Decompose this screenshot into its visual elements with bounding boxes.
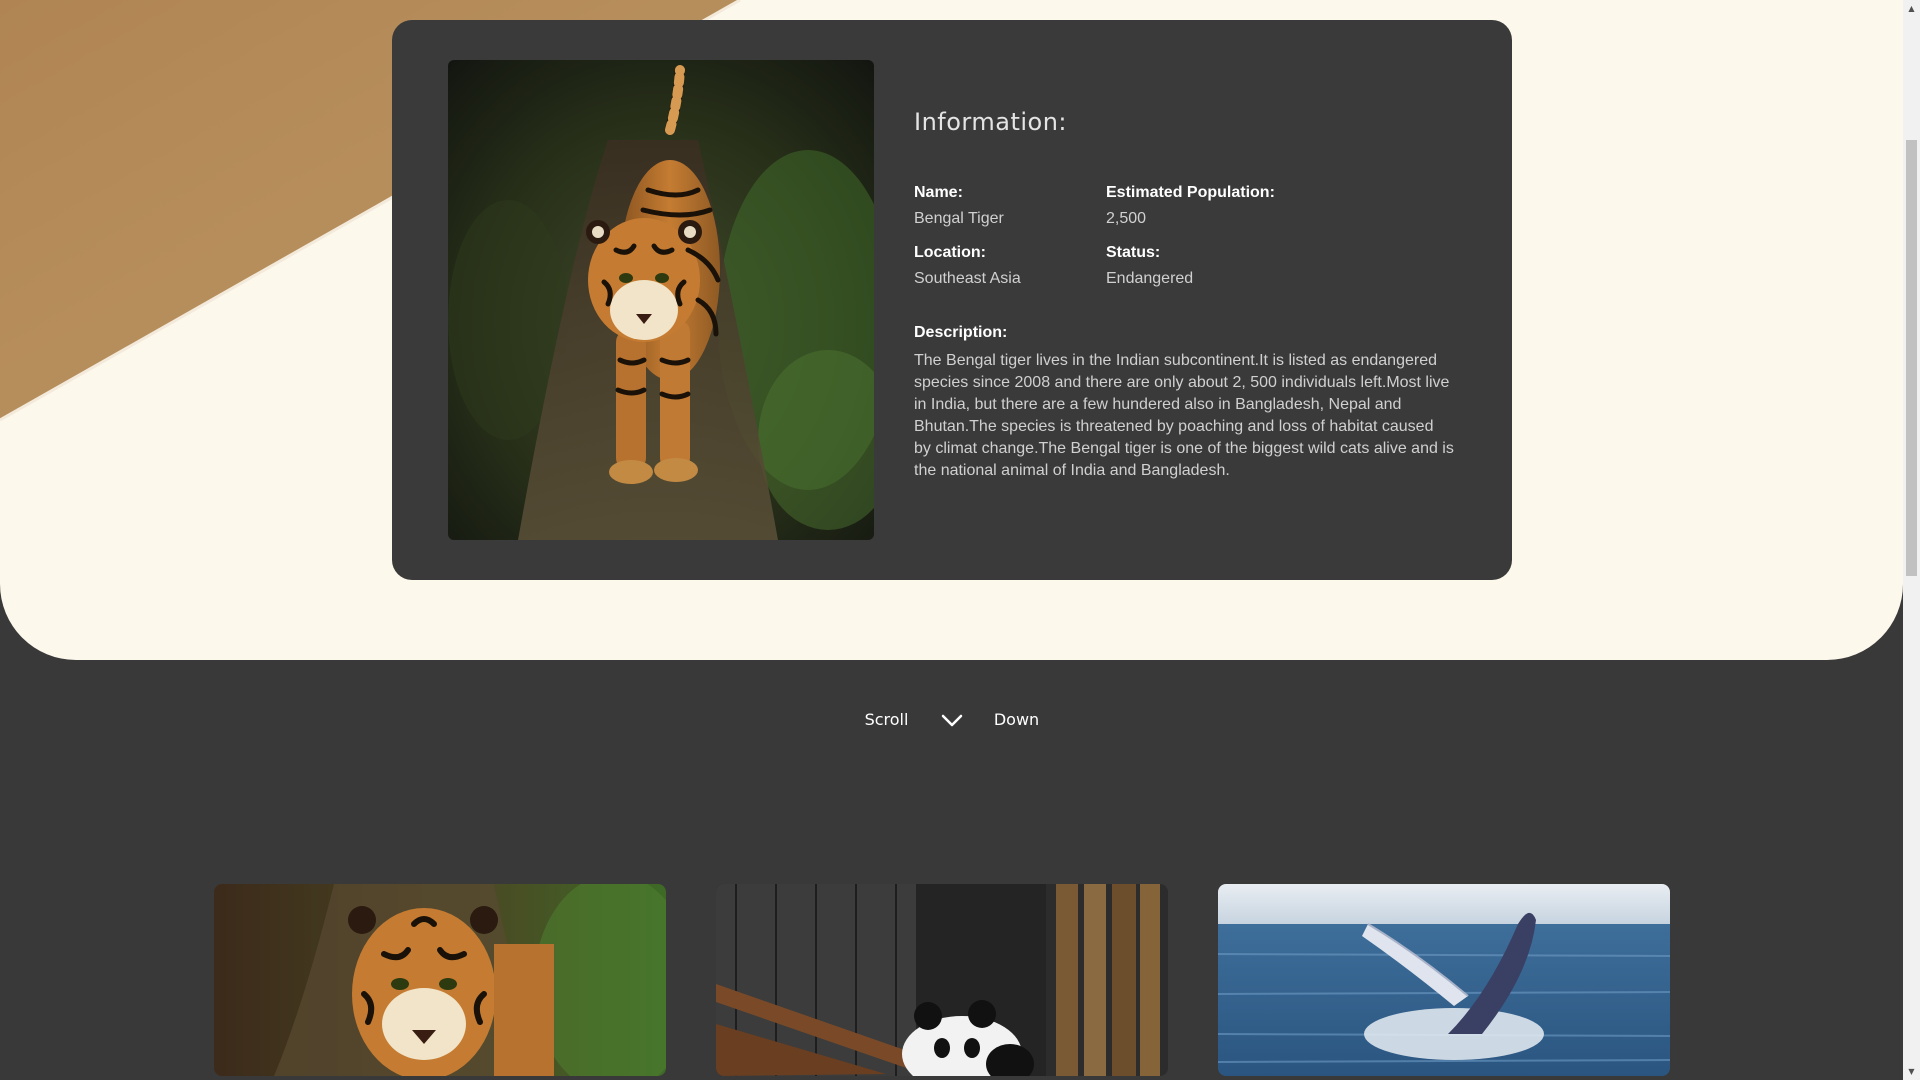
field-estimated-population: Estimated Population: 2,500	[1106, 184, 1366, 228]
field-label: Estimated Population:	[1106, 184, 1275, 201]
scrollbar-thumb[interactable]	[1906, 140, 1917, 576]
description-label: Description:	[914, 324, 1008, 341]
description-text: The Bengal tiger lives in the Indian sub…	[914, 352, 1454, 479]
info-heading: Information:	[914, 108, 1068, 136]
scroll-word: Scroll	[864, 710, 909, 729]
scroll-down-arrow-icon[interactable]: ▼	[1903, 1063, 1920, 1080]
gallery-card-whale[interactable]	[1218, 884, 1670, 1076]
info-block: Information: Name: Bengal Tiger Estimate…	[914, 108, 1474, 482]
info-fields: Name: Bengal Tiger Estimated Population:…	[914, 184, 1474, 288]
down-word: Down	[993, 710, 1040, 729]
whale-thumbnail	[1218, 884, 1670, 1076]
gallery-card-tiger[interactable]	[214, 884, 666, 1076]
panda-thumbnail	[716, 884, 1168, 1076]
field-status: Status: Endangered	[1106, 244, 1366, 288]
field-label: Name:	[914, 184, 963, 201]
field-name: Name: Bengal Tiger	[914, 184, 1106, 228]
page-scrollbar[interactable]: ▲ ▼	[1903, 0, 1920, 1080]
hero-section: Information: Name: Bengal Tiger Estimate…	[0, 0, 1903, 660]
field-label: Location:	[914, 244, 986, 261]
field-value: Southeast Asia	[914, 270, 1021, 287]
page-viewport: Information: Name: Bengal Tiger Estimate…	[0, 0, 1920, 1080]
field-value: 2,500	[1106, 210, 1147, 227]
tiger-thumbnail	[214, 884, 666, 1076]
field-value: Bengal Tiger	[914, 210, 1004, 227]
field-location: Location: Southeast Asia	[914, 244, 1106, 288]
gallery-card-panda[interactable]	[716, 884, 1168, 1076]
tiger-image	[448, 60, 874, 540]
chevron-down-icon[interactable]	[940, 712, 964, 728]
scroll-up-arrow-icon[interactable]: ▲	[1903, 0, 1920, 17]
field-label: Status:	[1106, 244, 1161, 261]
field-value: Endangered	[1106, 270, 1194, 287]
animal-gallery	[214, 884, 1670, 1076]
bengal-tiger-photo	[448, 60, 874, 540]
scroll-down-hint[interactable]: Scroll Down	[0, 710, 1903, 729]
info-card: Information: Name: Bengal Tiger Estimate…	[392, 20, 1512, 580]
